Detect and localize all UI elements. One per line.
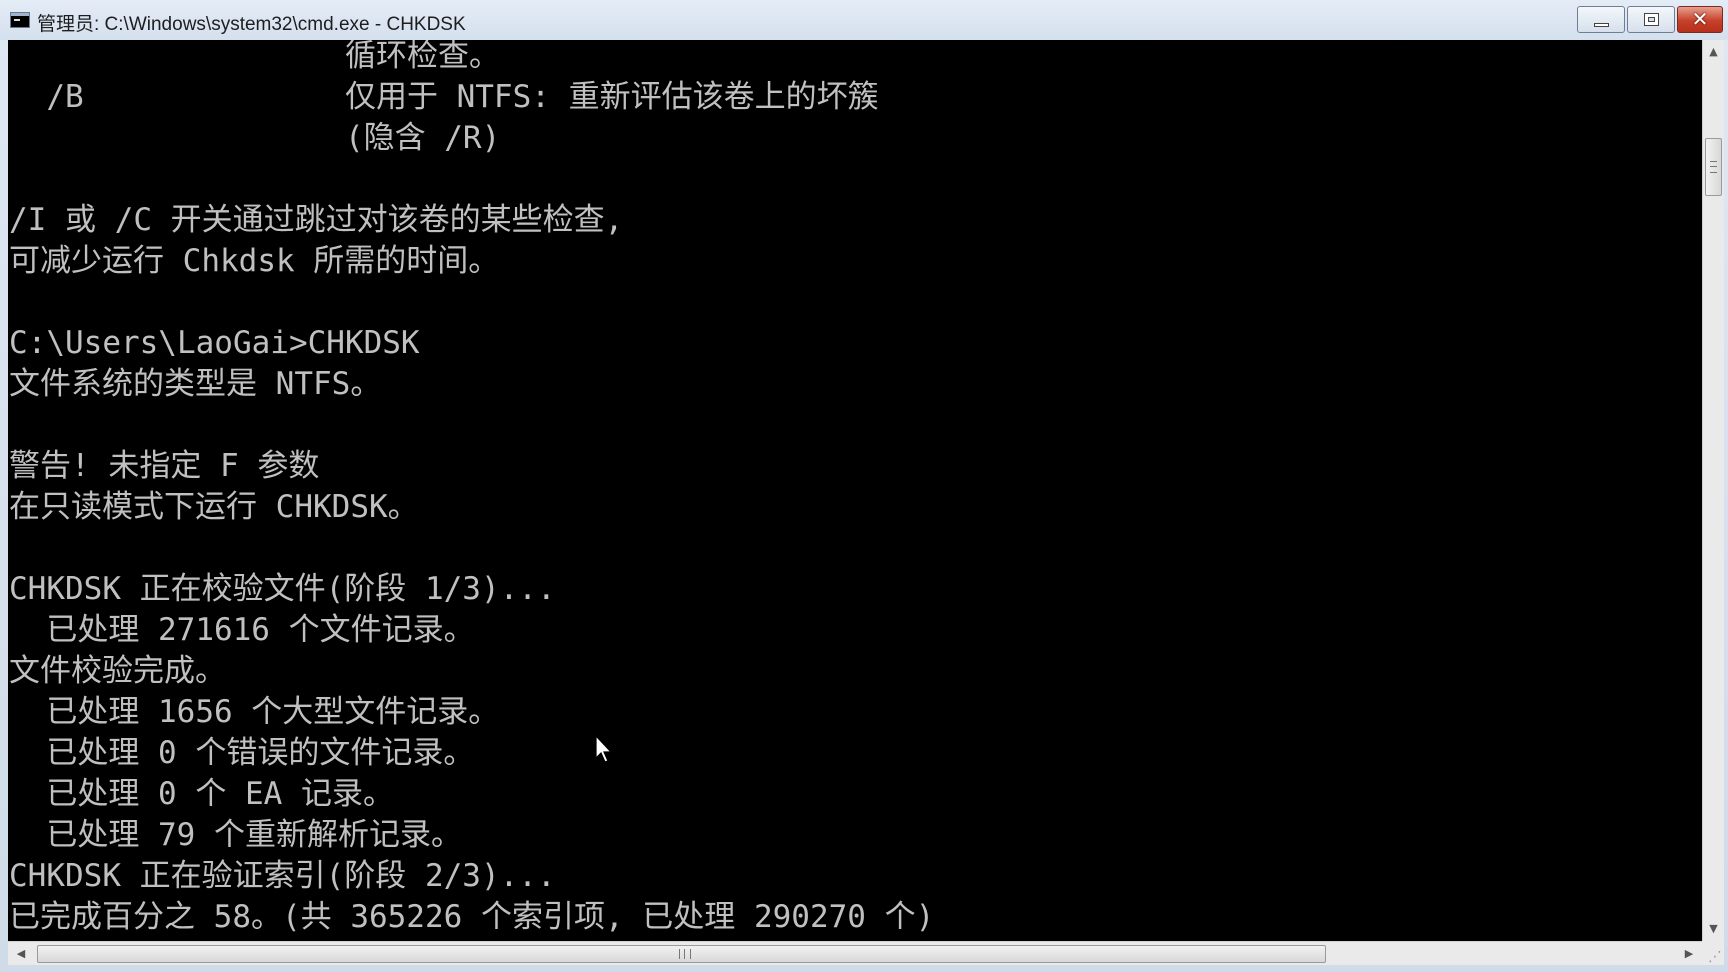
scroll-up-arrow-icon[interactable]: ▲ [1703, 42, 1724, 62]
horizontal-scroll-thumb[interactable] [37, 945, 1326, 963]
console-line: 在只读模式下运行 CHKDSK。 [9, 489, 419, 525]
maximize-icon [1644, 13, 1659, 26]
window-title: 管理员: C:\Windows\system32\cmd.exe - CHKDS… [37, 14, 466, 35]
console-line: 已处理 0 个错误的文件记录。 [9, 735, 475, 771]
console-line: 已处理 271616 个文件记录。 [9, 612, 475, 648]
console-line: 文件校验完成。 [9, 653, 226, 689]
console-line: /I 或 /C 开关通过跳过对该卷的某些检查, [9, 202, 624, 238]
cmd-window: 管理员: C:\Windows\system32\cmd.exe - CHKDS… [0, 0, 1728, 972]
vertical-scrollbar[interactable]: ▲ ▼ [1702, 40, 1724, 941]
maximize-button[interactable] [1627, 6, 1675, 33]
console-line: 已处理 79 个重新解析记录。 [9, 817, 462, 853]
console-line: 可减少运行 Chkdsk 所需的时间。 [9, 243, 500, 279]
console-line: 文件系统的类型是 NTFS。 [9, 366, 382, 402]
scroll-left-arrow-icon[interactable]: ◀ [10, 942, 32, 965]
console-line: 警告! 未指定 F 参数 [9, 448, 320, 484]
console-line: 已处理 1656 个大型文件记录。 [9, 694, 500, 730]
console-line: CHKDSK 正在校验文件(阶段 1/3)... [9, 571, 556, 607]
close-button[interactable]: ✕ [1677, 6, 1723, 33]
minimize-button[interactable] [1577, 6, 1625, 33]
console-output[interactable]: 循环检查。 /B 仅用于 NTFS: 重新评估该卷上的坏簇 (隐含 /R) /I … [8, 40, 1702, 941]
vertical-scroll-thumb[interactable] [1705, 138, 1722, 196]
console-line: 循环检查。 [9, 40, 500, 74]
console-line: CHKDSK 正在验证索引(阶段 2/3)... [9, 858, 556, 894]
scroll-down-arrow-icon[interactable]: ▼ [1703, 919, 1724, 939]
minimize-icon [1594, 23, 1609, 27]
resize-grip-icon[interactable] [1702, 941, 1724, 965]
grip-icon [1710, 161, 1717, 173]
scroll-right-arrow-icon[interactable]: ▶ [1678, 942, 1700, 965]
console-line: /B 仅用于 NTFS: 重新评估该卷上的坏簇 [9, 79, 879, 115]
console-line: (隐含 /R) [9, 120, 501, 156]
console-line: 已完成百分之 58。(共 365226 个索引项, 已处理 290270 个) [9, 899, 935, 935]
console-text: 循环检查。 /B 仅用于 NTFS: 重新评估该卷上的坏簇 (隐含 /R) /I … [9, 40, 934, 938]
close-icon: ✕ [1691, 7, 1709, 31]
console-line: C:\Users\LaoGai>CHKDSK [9, 325, 420, 361]
mouse-pointer-icon [595, 735, 613, 763]
console-app-icon[interactable] [10, 12, 30, 28]
console-line: 已处理 0 个 EA 记录。 [9, 776, 394, 812]
title-bar[interactable]: 管理员: C:\Windows\system32\cmd.exe - CHKDS… [0, 0, 1728, 40]
horizontal-scrollbar[interactable]: ◀ ▶ [8, 941, 1702, 965]
grip-icon [679, 949, 691, 959]
